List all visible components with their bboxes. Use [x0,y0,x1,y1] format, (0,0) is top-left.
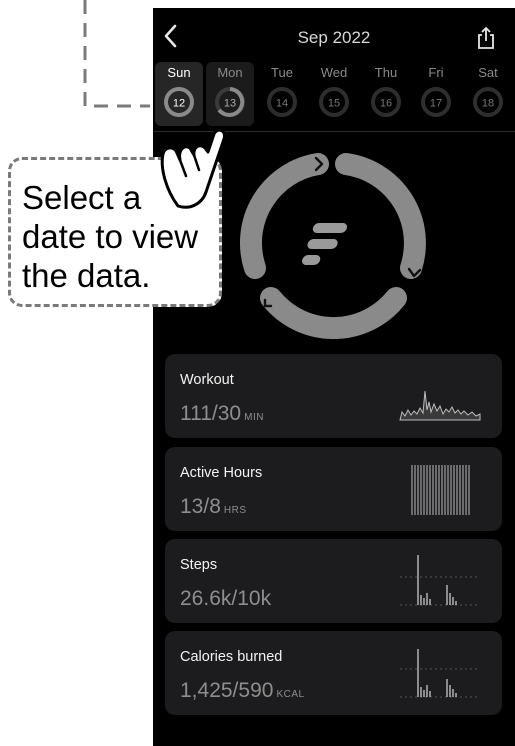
divider [153,131,515,132]
card-value: 111/30 MIN [180,402,264,425]
callout-line: date to view [22,218,199,255]
workout-card[interactable]: Workout 111/30 MIN [165,354,502,438]
calories-card[interactable]: Calories burned 1,425/590 KCAL [165,631,502,715]
day-sun[interactable]: Sun 12 [155,62,203,126]
activity-ring[interactable] [233,143,433,343]
month-title: Sep 2022 [297,28,371,47]
f-logo-icon [302,223,348,265]
card-title: Steps [180,557,218,573]
day-label: Mon [217,65,243,80]
active-hours-card[interactable]: Active Hours 13/8 HRS [165,447,502,531]
day-fri[interactable]: Fri 17 [412,62,460,126]
day-ring-icon: 12 [164,87,194,117]
steps-card[interactable]: Steps 26.6k/10k [165,539,502,623]
callout-text: Select a date to view the data. [22,178,198,295]
calories-bars [400,649,480,698]
day-label: Sun [167,65,191,80]
day-ring-icon: 15 [319,87,349,117]
day-ring-icon: 17 [421,87,451,117]
date-number: 16 [380,98,392,110]
date-number: 17 [430,98,442,110]
day-tue[interactable]: Tue 14 [258,62,306,126]
day-mon[interactable]: Mon 13 [206,62,254,126]
header: Sep 2022 [153,8,515,63]
day-thu[interactable]: Thu 16 [362,62,410,126]
date-number: 18 [482,98,494,110]
day-label: Wed [320,65,348,80]
day-ring-icon: 18 [473,87,503,117]
callout-line: the data. [22,257,151,294]
week-selector: Sun 12 Mon 13 Tue 14 Wed 15 Thu 16 Fri 1… [153,62,515,126]
app-screen: Sep 2022 Sun 12 Mon 13 Tue 14 Wed 15 Thu… [153,8,515,746]
day-label: Thu [374,65,398,80]
day-sat[interactable]: Sat 18 [464,62,512,126]
day-ring-icon: 14 [267,87,297,117]
tutorial-callout: Select a date to view the data. [8,157,222,307]
day-wed[interactable]: Wed 15 [310,62,358,126]
day-ring-icon: 16 [371,87,401,117]
active-hours-bars [411,465,470,515]
workout-sparkline [399,390,481,421]
card-value: 26.6k/10k [180,587,272,610]
card-title: Workout [180,372,234,388]
share-icon[interactable] [475,25,497,51]
card-value: 13/8 HRS [180,495,247,518]
card-title: Active Hours [180,465,263,481]
day-ring-icon: 13 [215,87,245,117]
steps-bars [400,555,480,606]
date-number: 15 [328,98,340,110]
day-label: Fri [428,65,444,80]
card-value: 1,425/590 KCAL [180,679,305,702]
day-label: Tue [271,65,293,80]
date-number: 13 [224,98,236,110]
date-number: 14 [276,98,288,110]
date-number: 12 [173,98,185,110]
day-label: Sat [478,65,498,80]
callout-line: Select a [22,179,142,216]
card-title: Calories burned [180,649,283,665]
